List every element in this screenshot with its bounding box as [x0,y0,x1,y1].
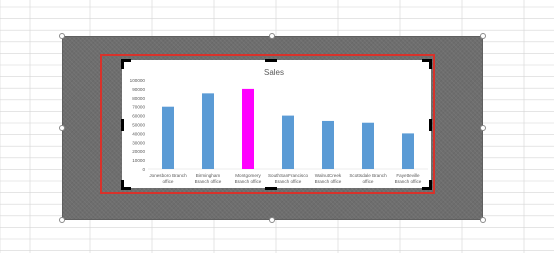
x-tick-label: WalnutCreek [315,173,342,178]
spreadsheet-canvas: Sales 0 10000 20000 30000 40000 50000 60000 700… [0,0,554,253]
bar[interactable] [362,122,374,169]
y-tick-label: 90000 [132,87,145,92]
x-tick-label: SouthSanFrancisco [268,173,309,178]
bar[interactable] [322,120,334,169]
x-tick-label: Branch office [315,179,342,184]
bar-series [162,88,414,169]
y-tick-label: 50000 [132,123,145,128]
x-tick-label: Branch office [275,179,302,184]
x-tick-label: Montgomery [235,173,261,178]
y-axis: 0 10000 20000 30000 40000 50000 60000 70000 8000… [130,78,428,172]
x-tick-label: Branch office [395,179,422,184]
bar[interactable] [282,115,294,169]
x-tick-label: Branch office [195,179,222,184]
bar[interactable] [242,88,254,169]
y-tick-label: 10000 [132,158,145,163]
x-axis-labels: Jonesboro BranchofficeBirminghamBranch o… [149,173,421,184]
y-tick-label: 40000 [132,131,145,136]
y-tick-label: 100000 [130,78,146,83]
x-tick-label: office [163,179,174,184]
y-tick-label: 70000 [132,105,145,110]
chart-title: Sales [264,68,284,77]
y-tick-label: 20000 [132,149,145,154]
x-tick-label: Branch office [235,179,262,184]
sales-chart: Sales 0 10000 20000 30000 40000 50000 60000 700… [130,68,428,184]
bar[interactable] [202,93,214,169]
x-tick-label: Jonesboro Branch [149,173,187,178]
y-tick-label: 0 [142,167,145,172]
x-tick-label: office [363,179,374,184]
y-tick-label: 60000 [132,114,145,119]
y-tick-label: 30000 [132,140,145,145]
x-tick-label: Fayetteville [396,173,420,178]
bar[interactable] [162,106,174,169]
x-tick-label: Birmingham [196,173,221,178]
x-tick-label: Scottsdale Branch [349,173,387,178]
bar[interactable] [402,133,414,169]
y-tick-label: 80000 [132,96,145,101]
